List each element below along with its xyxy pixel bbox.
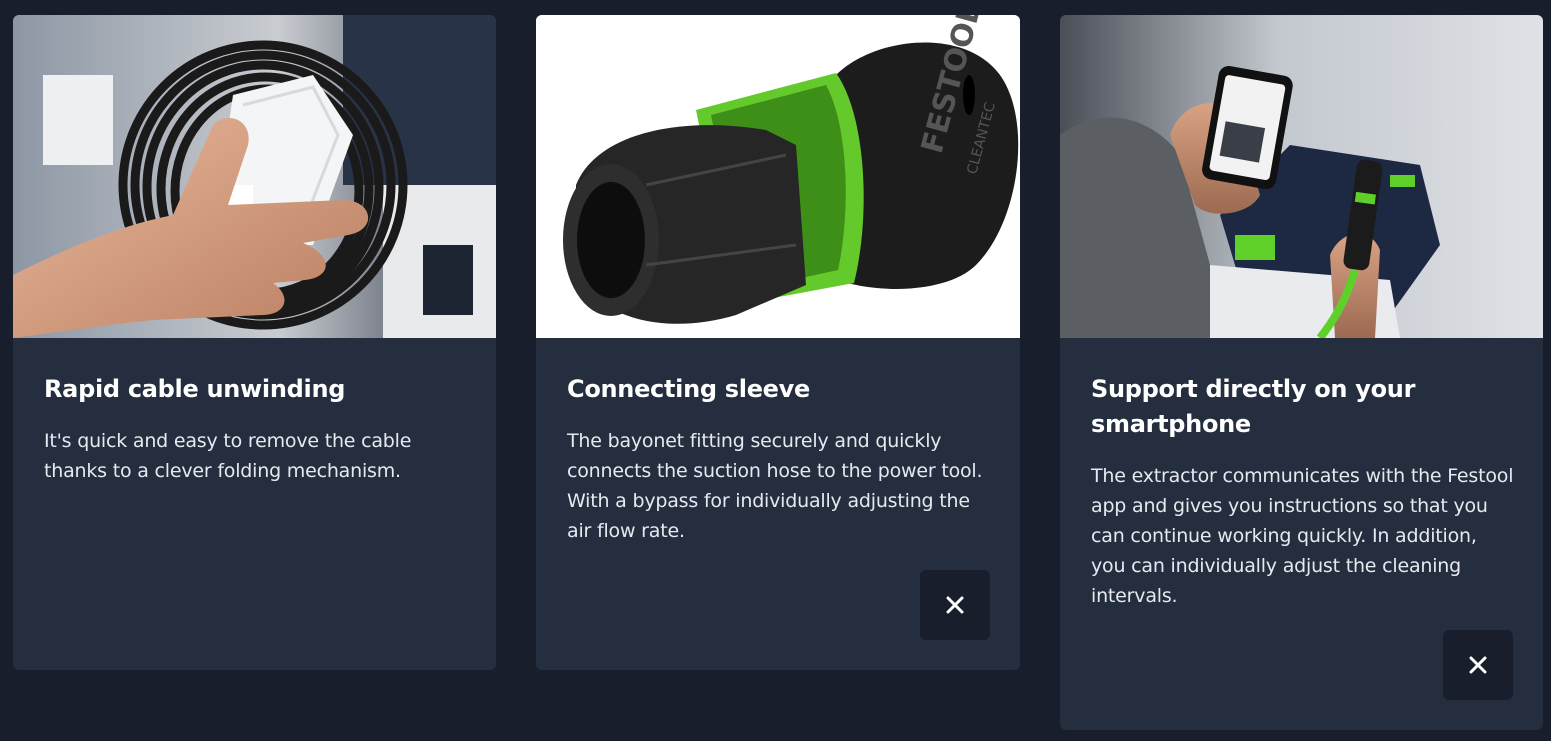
feature-card-cable-unwinding: Rapid cable unwinding It's quick and eas… — [13, 15, 496, 670]
feature-card-connecting-sleeve: FESTOOL CLEANTEC Connecting sleeve The b… — [536, 15, 1020, 670]
close-button[interactable] — [1443, 630, 1513, 700]
smartphone-extractor-image — [1060, 15, 1543, 338]
card-description: It's quick and easy to remove the cable … — [44, 430, 412, 482]
card-title: Support directly on your smartphone — [1091, 375, 1416, 438]
close-icon — [946, 596, 964, 614]
feature-card-smartphone-support: Support directly on your smartphone The … — [1060, 15, 1543, 730]
close-button[interactable] — [920, 570, 990, 640]
card-description: The extractor communicates with the Fest… — [1091, 465, 1514, 607]
cable-unwinding-image — [13, 15, 496, 338]
close-icon — [1469, 656, 1487, 674]
card-description: The bayonet fitting securely and quickly… — [567, 430, 983, 542]
card-title: Connecting sleeve — [567, 375, 810, 403]
card-title: Rapid cable unwinding — [44, 375, 346, 403]
connecting-sleeve-image: FESTOOL CLEANTEC — [536, 15, 1020, 338]
